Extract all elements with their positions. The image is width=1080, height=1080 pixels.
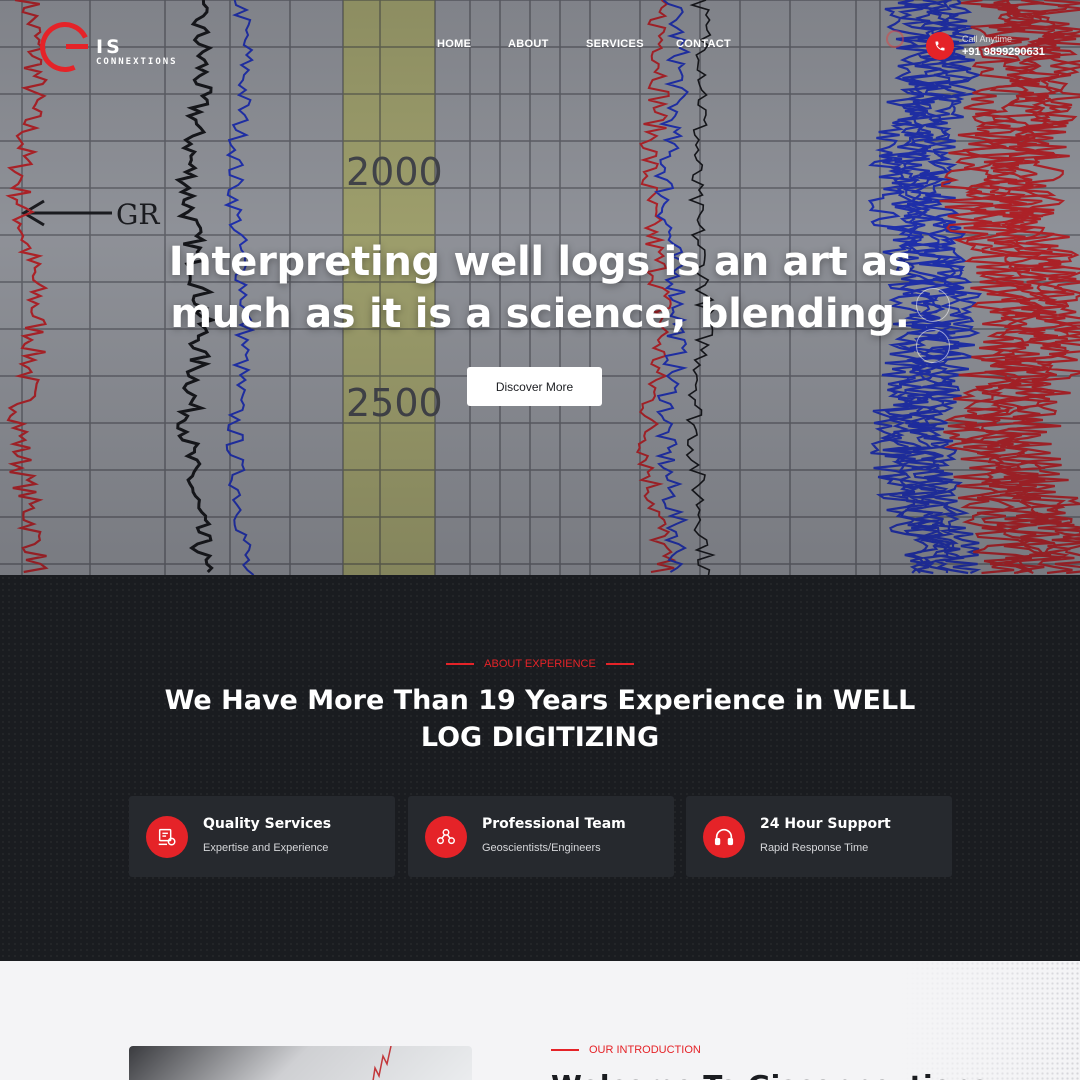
search-icon[interactable] — [886, 30, 904, 48]
about-section: ABOUT EXPERIENCE We Have More Than 19 Ye… — [0, 575, 1080, 961]
slider-prev-button[interactable] — [916, 288, 950, 322]
call-label: Call Anytime — [962, 34, 1013, 44]
feature-title: Quality Services — [203, 816, 332, 832]
slider-next-button[interactable] — [916, 329, 950, 363]
nav-about[interactable]: ABOUT — [508, 38, 549, 50]
feature-desc: Expertise and Experience — [203, 842, 329, 854]
feature-card-quality: Quality Services Expertise and Experienc… — [129, 796, 395, 877]
feature-card-team: Professional Team Geoscientists/Engineer… — [408, 796, 674, 877]
hero-section: 2000 2500 GR IS CONNEXTIONS HOME ABOUT S… — [0, 0, 1080, 575]
intro-tag: OUR INTRODUCTION — [551, 1044, 701, 1056]
about-tag: ABOUT EXPERIENCE — [0, 658, 1080, 670]
hero-title: Interpreting well logs is an art as much… — [168, 239, 912, 337]
feature-desc: Geoscientists/Engineers — [482, 842, 601, 854]
feature-desc: Rapid Response Time — [760, 842, 869, 854]
feature-card-support: 24 Hour Support Rapid Response Time — [686, 796, 952, 877]
dot-wave-decoration — [900, 961, 1080, 1080]
call-number[interactable]: +91 9899290631 — [962, 46, 1045, 58]
nav-home[interactable]: HOME — [437, 38, 471, 50]
nav-services[interactable]: SERVICES — [586, 38, 644, 50]
quality-icon — [146, 816, 188, 858]
logo-subtitle: CONNEXTIONS — [96, 57, 178, 67]
nav-contact[interactable]: CONTACT — [676, 38, 731, 50]
about-heading: We Have More Than 19 Years Experience in… — [164, 685, 916, 753]
team-icon — [425, 816, 467, 858]
discover-more-button[interactable]: Discover More — [467, 367, 602, 406]
main-nav: HOME ABOUT SERVICES CONTACT — [0, 38, 1080, 54]
intro-image — [129, 1046, 472, 1080]
phone-icon — [926, 32, 954, 60]
world-map-dots — [0, 575, 1080, 961]
feature-title: 24 Hour Support — [760, 816, 891, 832]
intro-section: OUR INTRODUCTION Welcome To Gisconnextio… — [0, 961, 1080, 1080]
call-anytime[interactable]: Call Anytime +91 9899290631 — [926, 32, 1066, 62]
feature-title: Professional Team — [482, 816, 626, 832]
headset-icon — [703, 816, 745, 858]
intro-heading: Welcome To Gisconnextions — [551, 1069, 988, 1080]
